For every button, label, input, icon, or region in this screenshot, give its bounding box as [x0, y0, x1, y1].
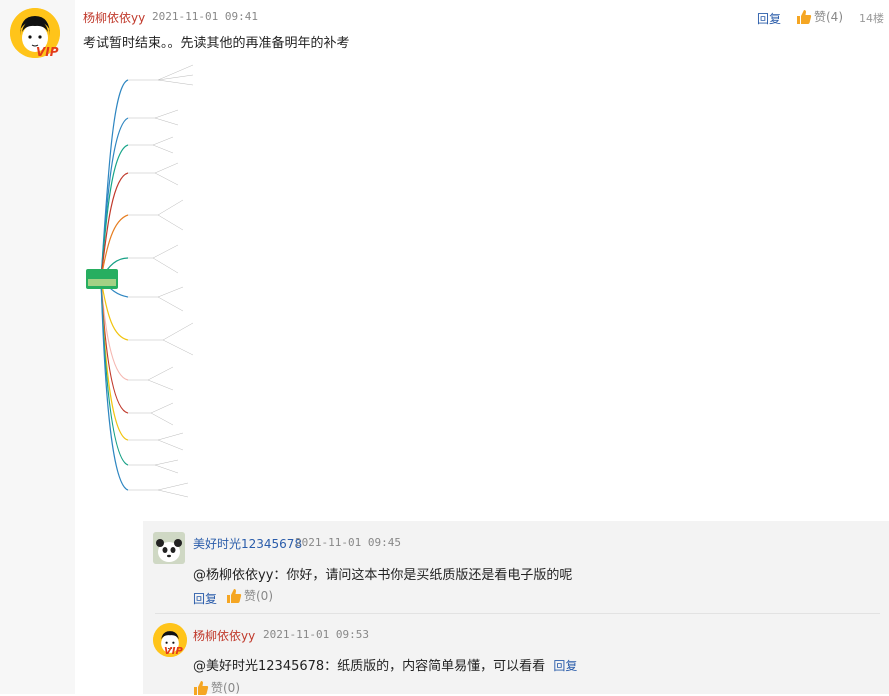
mindmap-leaves [128, 64, 194, 498]
reply-username[interactable]: 美好时光12345678 [193, 535, 302, 552]
thumbs-up-icon [227, 588, 242, 603]
mindmap-image[interactable] [83, 55, 223, 500]
vip-badge: VIP [36, 45, 59, 59]
vip-badge: VIP [164, 646, 183, 657]
post-like-count: 赞(4) [814, 10, 843, 24]
reply-divider [155, 613, 880, 614]
thumbs-up-icon [797, 9, 812, 24]
post-username[interactable]: 杨柳依依yy [83, 9, 145, 26]
reply-like-count: 赞(0) [244, 589, 273, 603]
reply-username[interactable]: 杨柳依依yy [193, 627, 255, 644]
reply-reply-link[interactable]: 回复 [553, 659, 577, 673]
mindmap-center-node [86, 269, 118, 289]
reply-like-button[interactable]: 赞(0) [193, 679, 240, 696]
floor-number: 14楼 [859, 12, 884, 25]
reply-time: 2021-11-01 09:53 [263, 628, 369, 641]
reply-avatar-panda[interactable] [153, 532, 185, 564]
reply-content: @杨柳依依yy：你好，请问这本书你是买纸质版还是看电子版的呢 [193, 568, 573, 583]
post-like-button[interactable]: 赞(4) [796, 8, 843, 25]
reply-time: 2021-11-01 09:45 [295, 536, 401, 549]
reply-content-text: @美好时光12345678：纸质版的，内容简单易懂，可以看看 [193, 659, 546, 674]
post-reply-link[interactable]: 回复 [757, 10, 781, 27]
reply-like-button[interactable]: 赞(0) [226, 587, 273, 604]
thumbs-up-icon [194, 680, 209, 695]
reply-like-count: 赞(0) [211, 681, 240, 695]
reply-content: @美好时光12345678：纸质版的，内容简单易懂，可以看看 回复 [193, 655, 577, 674]
left-rail [0, 0, 75, 694]
reply-reply-link[interactable]: 回复 [193, 590, 217, 607]
post-content: 考试暂时结束。。先读其他的再准备明年的补考 [83, 36, 350, 51]
panda-icon [153, 532, 185, 564]
post-time: 2021-11-01 09:41 [152, 10, 258, 23]
